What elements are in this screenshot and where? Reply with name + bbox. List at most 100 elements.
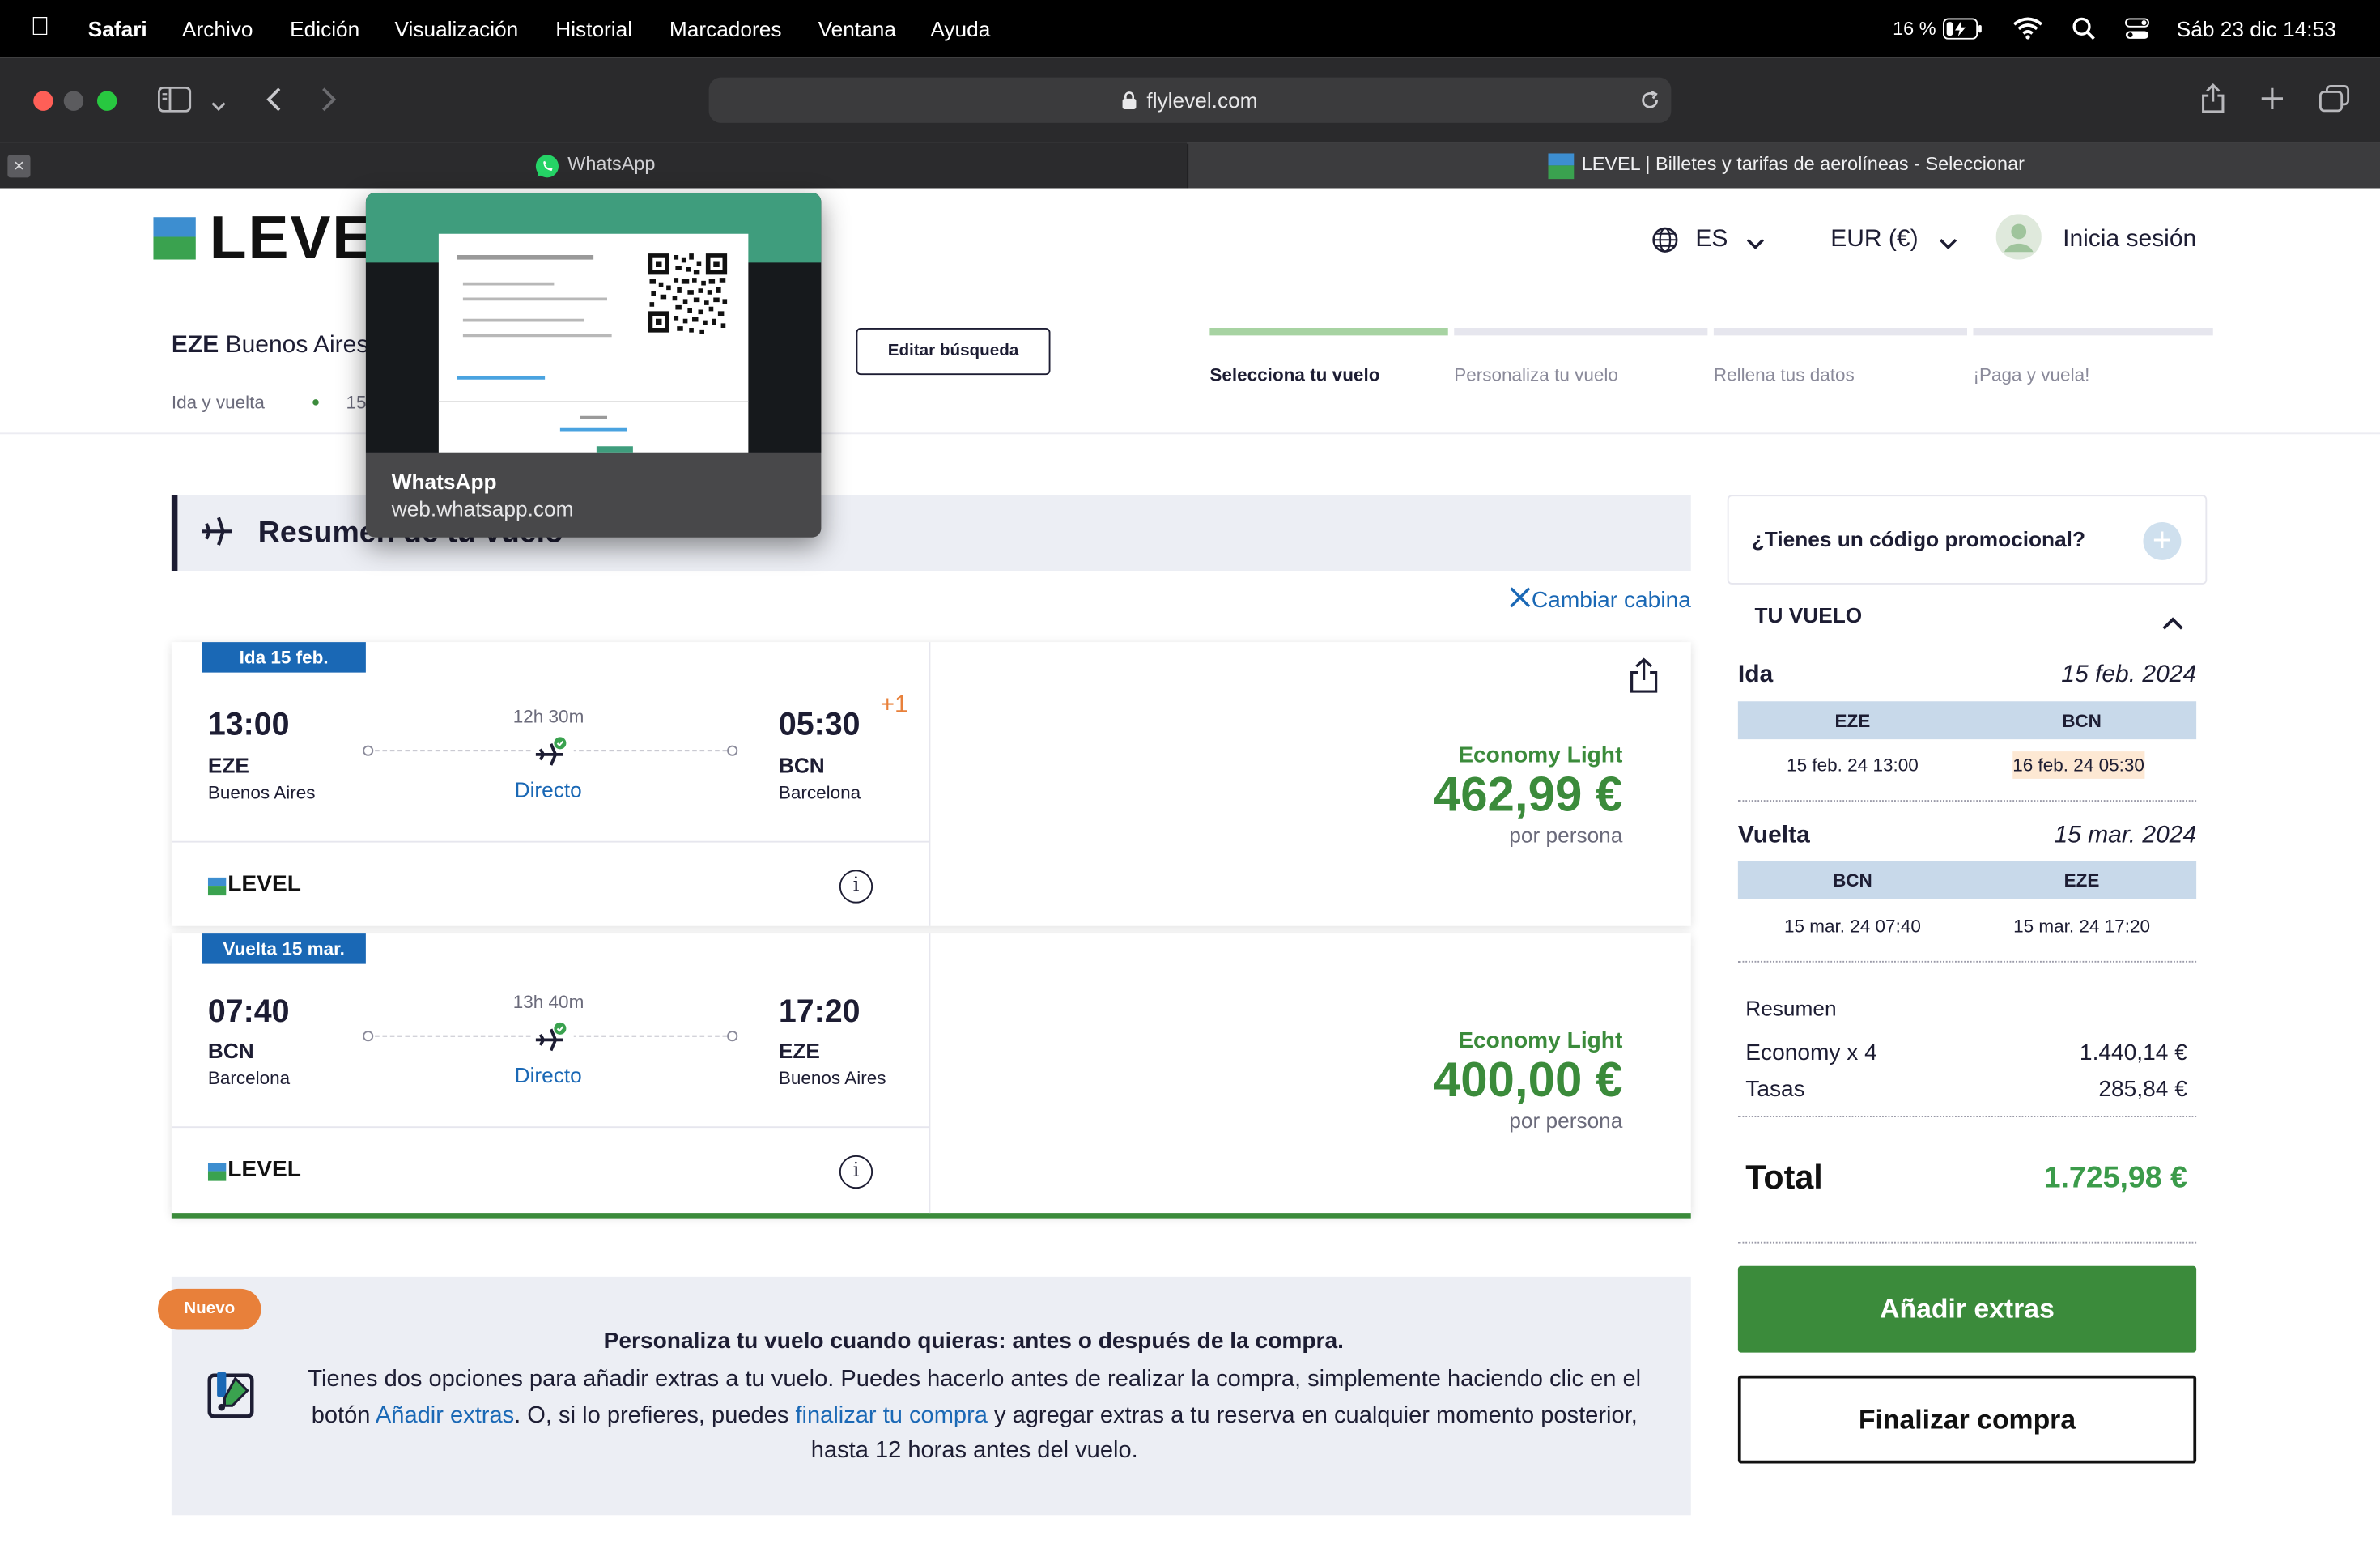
back-icon[interactable]: [264, 87, 283, 120]
chevron-up-icon[interactable]: [2161, 612, 2184, 640]
reload-icon[interactable]: [1639, 90, 1660, 119]
outbound-dep-code: EZE: [207, 753, 249, 777]
finish-purchase-link[interactable]: finalizar tu compra: [795, 1402, 987, 1428]
step-pay[interactable]: ¡Paga y vuela!: [1974, 364, 2090, 385]
outbound-date: 15 feb. 2024: [2061, 661, 2197, 688]
route-dot: [363, 745, 374, 756]
share-icon[interactable]: [2201, 83, 2225, 121]
route-dot: [727, 745, 738, 756]
address-bar[interactable]: flylevel.com: [708, 77, 1672, 123]
flight-info-icon[interactable]: i: [839, 870, 873, 904]
menu-app-name[interactable]: Safari: [88, 17, 147, 41]
airline-name: LEVEL: [227, 871, 301, 898]
minimize-window-button[interactable]: [63, 91, 84, 111]
step-2-bar: [1454, 328, 1708, 336]
plane-icon: [201, 515, 234, 556]
return-direct: Directo: [514, 1062, 582, 1087]
promo-code-label[interactable]: ¿Tienes un código promocional?: [1752, 527, 2085, 551]
preview-text-line: [457, 255, 594, 260]
return-duration: 13h 40m: [512, 991, 584, 1013]
spotlight-search-icon[interactable]: [2072, 17, 2096, 46]
new-tab-icon[interactable]: [2260, 87, 2284, 118]
return-fare-name[interactable]: Economy Light: [1319, 1027, 1622, 1053]
step-4-bar: [1973, 328, 2213, 336]
return-price[interactable]: 400,00 €: [1243, 1052, 1623, 1108]
menu-history[interactable]: Historial: [555, 17, 632, 41]
currency-chevron-icon[interactable]: [1938, 231, 1957, 258]
chevron-down-icon[interactable]: [211, 92, 227, 120]
menu-help[interactable]: Ayuda: [930, 17, 990, 41]
trip-date: 15: [346, 391, 367, 413]
add-extras-link[interactable]: Añadir extras: [376, 1402, 514, 1428]
close-window-button[interactable]: [33, 91, 53, 111]
outbound-fare-name[interactable]: Economy Light: [1319, 742, 1622, 768]
airline-name: LEVEL: [227, 1156, 301, 1183]
tab-preview-popover[interactable]: WhatsApp web.whatsapp.com: [365, 193, 822, 538]
promo-plus-icon[interactable]: +: [2143, 522, 2182, 560]
tab-overview-icon[interactable]: [2319, 85, 2350, 120]
preview-text-line: [462, 334, 612, 338]
menu-clock[interactable]: Sáb 23 dic 14:53: [2177, 17, 2336, 41]
return-dep-code: BCN: [207, 1038, 254, 1063]
control-center-icon[interactable]: [2125, 17, 2149, 46]
language-chevron-icon[interactable]: [1745, 231, 1765, 258]
flight-info-icon[interactable]: i: [839, 1155, 873, 1189]
outbound-arr-datetime: 16 feb. 24 05:30: [2012, 751, 2144, 779]
sidebar-toggle-icon[interactable]: [158, 86, 192, 120]
inbound-date: 15 mar. 2024: [2054, 823, 2197, 849]
menu-bookmarks[interactable]: Marcadores: [669, 17, 782, 41]
plane-route-icon: [531, 736, 574, 775]
step-fill-data[interactable]: Rellena tus datos: [1714, 364, 1855, 385]
preview-text-line: [462, 318, 584, 322]
search-from-code: EZE: [171, 332, 219, 359]
price-summary-label: Resumen: [1745, 996, 1837, 1020]
language-selector[interactable]: ES: [1695, 226, 1728, 253]
route-dot: [727, 1031, 738, 1042]
inbound-to: EZE: [2063, 870, 2100, 891]
outbound-price[interactable]: 462,99 €: [1243, 767, 1623, 823]
sidebar-divider: [1737, 1241, 2197, 1244]
outbound-tag: Ida 15 feb.: [202, 642, 366, 673]
finish-purchase-button[interactable]: Finalizar compra: [1737, 1375, 2197, 1464]
inbound-dep-datetime: 15 mar. 24 07:40: [1783, 915, 1921, 937]
edit-search-button[interactable]: Editar búsqueda: [856, 328, 1051, 376]
tab-level-title[interactable]: LEVEL | Billetes y tarifas de aerolíneas…: [1582, 153, 2025, 174]
your-flight-title[interactable]: TU VUELO: [1755, 602, 1863, 627]
login-link[interactable]: Inicia sesión: [2063, 226, 2196, 253]
step-personalize[interactable]: Personaliza tu vuelo: [1454, 364, 1618, 385]
preview-link-line: [559, 427, 627, 432]
inbound-arr-datetime: 15 mar. 24 17:20: [2013, 915, 2150, 937]
address-text[interactable]: flylevel.com: [709, 88, 1672, 114]
outbound-arr-time: 05:30: [778, 707, 861, 742]
total-value: 1.725,98 €: [2043, 1161, 2187, 1195]
menu-file[interactable]: Archivo: [182, 17, 253, 41]
close-tab-icon[interactable]: ×: [7, 155, 31, 178]
outbound-dep-time: 13:00: [207, 707, 290, 742]
extras-body: Tienes dos opciones para añadir extras a…: [304, 1362, 1646, 1469]
change-cabin-link[interactable]: Cambiar cabina: [1509, 586, 1691, 615]
new-badge: Nuevo: [158, 1288, 261, 1330]
share-flight-icon[interactable]: [1629, 657, 1660, 701]
apple-icon[interactable]: : [31, 12, 50, 43]
step-select-flight[interactable]: Selecciona tu vuelo: [1209, 364, 1379, 385]
user-avatar-icon[interactable]: [1995, 214, 2042, 267]
zoom-window-button[interactable]: [97, 91, 117, 111]
menu-window[interactable]: Ventana: [818, 17, 896, 41]
add-extras-button[interactable]: Añadir extras: [1737, 1265, 2197, 1353]
menu-edit[interactable]: Edición: [290, 17, 359, 41]
menu-view[interactable]: Visualización: [395, 17, 519, 41]
lock-icon: [1122, 90, 1137, 114]
wifi-icon[interactable]: [2012, 17, 2043, 45]
level-logo-icon[interactable]: [153, 217, 196, 260]
card-divider: [929, 642, 931, 926]
globe-icon[interactable]: [1651, 226, 1679, 261]
plane-route-icon: [531, 1021, 574, 1060]
currency-selector[interactable]: EUR (€): [1830, 226, 1918, 253]
outbound-arr-code: BCN: [778, 753, 825, 777]
return-tag: Vuelta 15 mar.: [202, 933, 366, 964]
sidebar-divider: [1737, 1116, 2197, 1117]
battery-icon[interactable]: [1943, 18, 1983, 45]
extras-body-text: . O, si lo prefieres, puedes: [514, 1401, 796, 1428]
forward-icon[interactable]: [321, 87, 339, 120]
tab-whatsapp-title[interactable]: WhatsApp: [567, 153, 655, 174]
